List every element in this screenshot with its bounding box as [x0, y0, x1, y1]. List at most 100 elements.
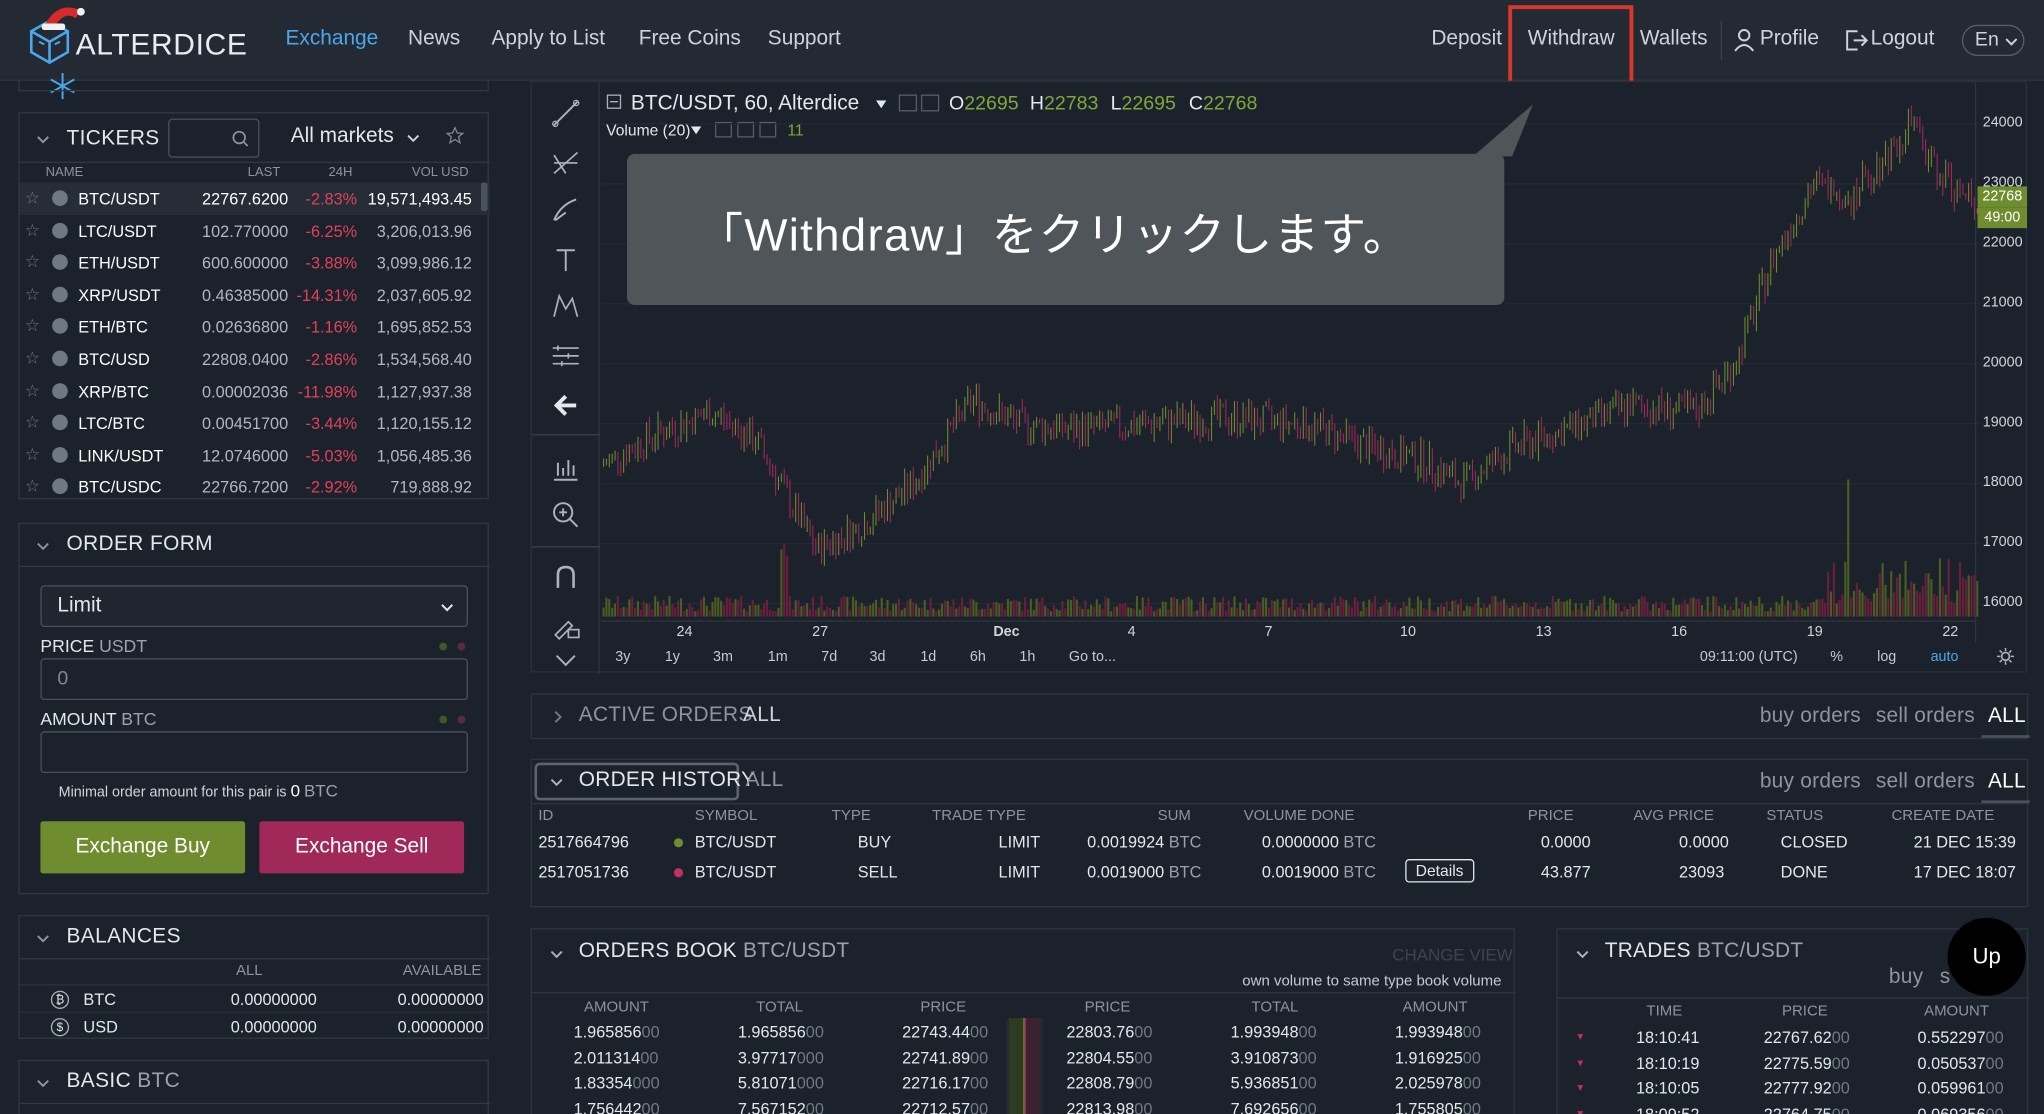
ticker-pair[interactable]: ETH/BTC	[78, 319, 148, 337]
favorite-star-icon[interactable]: ☆	[25, 444, 40, 465]
timeframe-button[interactable]: Go to...	[1069, 649, 1116, 665]
orders-book-cell[interactable]: 1.96585600	[574, 1023, 660, 1041]
order-history-col[interactable]: AVG PRICE	[1633, 808, 1714, 824]
ticker-pair[interactable]: XRP/USDT	[78, 287, 160, 305]
active-orders-all[interactable]: ALL	[743, 704, 781, 727]
orders-book-cell[interactable]: 2.02597800	[1395, 1074, 1481, 1092]
orders-book-cell[interactable]: 1.96585600	[738, 1023, 824, 1041]
chevron-down-icon[interactable]	[1576, 948, 1589, 961]
zoom-in-icon[interactable]	[550, 499, 581, 530]
chevron-down-icon[interactable]	[550, 948, 563, 961]
exchange-buy-button[interactable]: Exchange Buy	[40, 821, 246, 874]
favorite-star-icon[interactable]: ☆	[25, 476, 40, 497]
chevron-down-icon[interactable]	[36, 932, 49, 945]
chevron-down-icon[interactable]	[550, 645, 581, 676]
orders-book-cell[interactable]: 3.91087300	[1231, 1049, 1317, 1067]
ticker-search-input[interactable]	[168, 118, 260, 158]
ticker-pair[interactable]: ETH/USDT	[78, 254, 159, 272]
ticker-row[interactable]: ☆ LINK/USDT 12.0746000 -5.03% 1,056,485.36	[20, 439, 491, 471]
timeframe-button[interactable]: 1y	[665, 649, 680, 665]
ticker-row[interactable]: ☆ BTC/USDC 22766.7200 -2.92% 719,888.92	[20, 471, 491, 503]
nav-support[interactable]: Support	[768, 27, 841, 50]
ticker-row[interactable]: ☆ BTC/USD 22808.0400 -2.86% 1,534,568.40	[20, 343, 491, 375]
ticker-pair[interactable]: LTC/BTC	[78, 415, 145, 433]
scroll-up-button[interactable]: Up	[1947, 917, 2026, 996]
orders-book-cell[interactable]: 7.56715200	[738, 1100, 824, 1114]
ticker-row[interactable]: ☆ XRP/BTC 0.00002036 -11.98% 1,127,937.38	[20, 375, 491, 407]
orders-book-cell[interactable]: 22813.9800	[1066, 1100, 1152, 1114]
nav-news[interactable]: News	[408, 27, 460, 50]
order-history-col[interactable]: TRADE TYPE	[932, 808, 1026, 824]
favorite-star-icon[interactable]: ☆	[25, 284, 40, 305]
pattern-tool-icon[interactable]	[550, 291, 581, 322]
language-select[interactable]: En	[1961, 24, 2025, 57]
timeframe-button[interactable]: 3m	[713, 649, 733, 665]
arrow-left-icon[interactable]	[550, 390, 581, 421]
order-history-col[interactable]: SUM	[1158, 808, 1191, 824]
magnet-icon[interactable]	[550, 562, 581, 593]
market-select[interactable]: All markets	[291, 125, 394, 148]
price-input[interactable]: 0	[40, 658, 468, 701]
ticker-row[interactable]: ☆ LTC/BTC 0.00451700 -3.44% 1,120,155.12	[20, 407, 491, 439]
order-history-col[interactable]: STATUS	[1766, 808, 1823, 824]
order-history-col[interactable]: TYPE	[832, 808, 871, 824]
ticker-pair[interactable]: BTC/USDT	[78, 190, 159, 208]
lock-pencil-icon[interactable]	[550, 609, 581, 640]
timeframe-button[interactable]: 7d	[821, 649, 837, 665]
exchange-sell-button[interactable]: Exchange Sell	[259, 821, 465, 874]
trades-buy-tab[interactable]: buy	[1889, 966, 1923, 989]
ticker-pair[interactable]: BTC/USDC	[78, 479, 161, 497]
nav-free-coins[interactable]: Free Coins	[639, 27, 741, 50]
order-history-all[interactable]: ALL	[746, 769, 784, 792]
order-type-select[interactable]: Limit	[40, 585, 468, 628]
nav-apply-to-list[interactable]: Apply to List	[491, 27, 605, 50]
history-sell-orders-tab[interactable]: sell orders	[1876, 770, 1975, 793]
ticker-pair[interactable]: XRP/BTC	[78, 383, 149, 401]
orders-book-cell[interactable]: 22743.4400	[902, 1023, 988, 1041]
ticker-row[interactable]: ☆ BTC/USDT 22767.6200 -2.83% 19,571,493.45	[19, 182, 491, 215]
col-24h[interactable]: 24H	[328, 166, 352, 180]
history-buy-orders-tab[interactable]: buy orders	[1760, 770, 1861, 793]
ticker-scrollbar[interactable]	[481, 182, 488, 212]
orders-book-cell[interactable]: 1.75644200	[574, 1100, 660, 1114]
brush-icon[interactable]	[550, 194, 581, 225]
nav-deposit[interactable]: Deposit	[1431, 27, 1502, 50]
ticker-pair[interactable]: LTC/USDT	[78, 222, 156, 240]
chevron-down-icon[interactable]	[36, 133, 49, 146]
ticker-pair[interactable]: BTC/USD	[78, 351, 150, 369]
utc-clock[interactable]: 09:11:00 (UTC)	[1700, 649, 1798, 665]
orders-book-cell[interactable]: 2.01131400	[574, 1049, 659, 1067]
details-button[interactable]: Details	[1405, 859, 1474, 883]
logo[interactable]: ALTERDICE	[23, 7, 247, 100]
timeframe-button[interactable]: 3y	[615, 649, 630, 665]
orders-book-cell[interactable]: 1.99394800	[1231, 1023, 1317, 1041]
favorite-star-icon[interactable]: ☆	[25, 188, 40, 209]
orders-book-cell[interactable]: 1.83354000	[574, 1074, 660, 1092]
orders-book-cell[interactable]: 22808.7900	[1066, 1074, 1152, 1092]
orders-book-cell[interactable]: 1.91692500	[1395, 1049, 1481, 1067]
orders-book-cell[interactable]: 22716.1700	[902, 1074, 988, 1092]
order-history-col[interactable]: ID	[538, 808, 553, 824]
orders-book-cell[interactable]: 5.93685100	[1231, 1074, 1317, 1092]
orders-book-cell[interactable]: 5.81071000	[738, 1074, 824, 1092]
timeframe-button[interactable]: 3d	[869, 649, 885, 665]
chevron-down-icon[interactable]	[36, 1077, 49, 1090]
favorite-star-icon[interactable]: ☆	[25, 412, 40, 433]
nav-exchange[interactable]: Exchange	[285, 27, 378, 50]
orders-book-cell[interactable]: 7.69265600	[1231, 1100, 1317, 1114]
orders-book-cell[interactable]: 22804.5500	[1066, 1049, 1152, 1067]
order-history-col[interactable]: SYMBOL	[695, 808, 757, 824]
nav-profile[interactable]: Profile	[1760, 27, 1819, 50]
orders-book-cell[interactable]: 3.97717000	[738, 1049, 824, 1067]
orders-book-cell[interactable]: 22741.8900	[902, 1049, 988, 1067]
auto-toggle[interactable]: auto	[1931, 649, 1959, 665]
favorite-star-icon[interactable]: ☆	[25, 252, 40, 273]
active-all-tab[interactable]: ALL	[1988, 705, 2026, 728]
nav-logout[interactable]: Logout	[1871, 27, 1935, 50]
timeframe-button[interactable]: 6h	[970, 649, 986, 665]
order-history-col[interactable]: VOLUME DONE	[1244, 808, 1355, 824]
timeframe-button[interactable]: 1m	[768, 649, 788, 665]
chevron-down-icon[interactable]	[550, 776, 563, 789]
col-name[interactable]: NAME	[46, 166, 84, 180]
log-toggle[interactable]: log	[1877, 649, 1896, 665]
